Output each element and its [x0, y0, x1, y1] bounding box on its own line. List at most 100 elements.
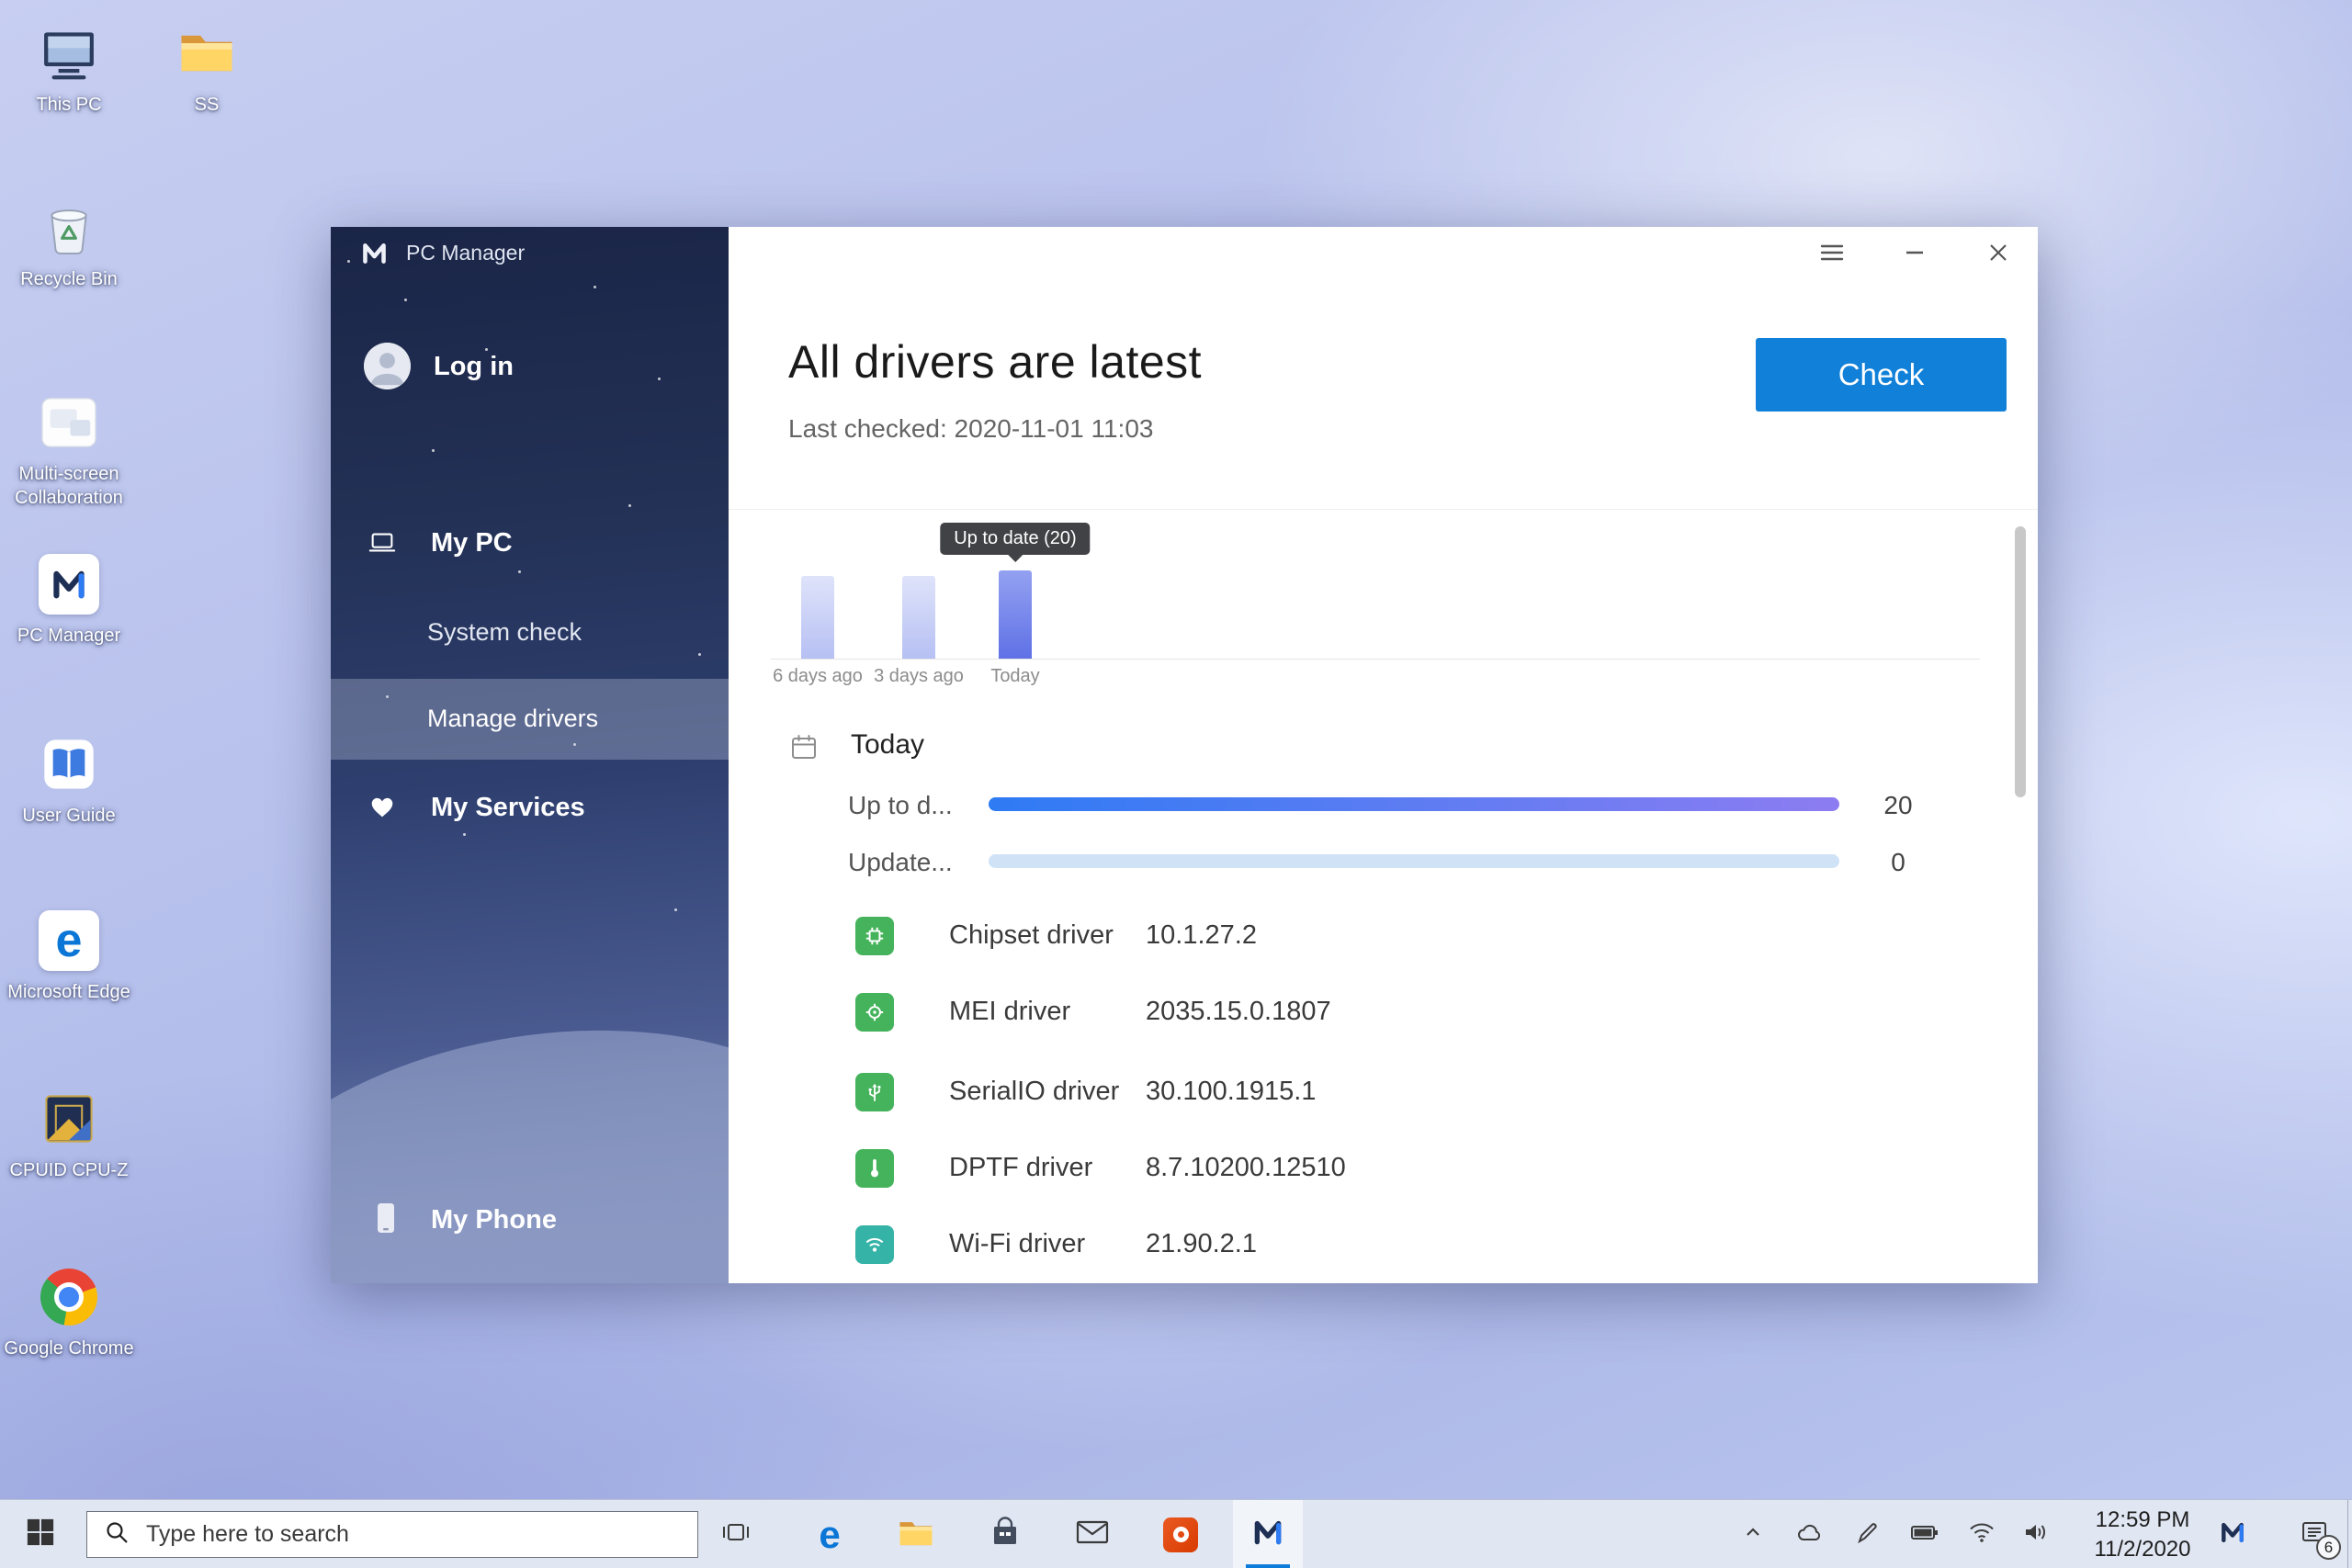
heart-icon: [368, 793, 397, 827]
laptop-icon: [368, 528, 397, 562]
edge-icon: e: [36, 908, 102, 974]
tray-windows-ink-button[interactable]: [1847, 1500, 1887, 1568]
up-to-date-progress-bar: [989, 797, 1839, 811]
chart-bar-label: 6 days ago: [773, 666, 863, 687]
driver-version: 2035.15.0.1807: [1146, 997, 1331, 1027]
pc-manager-icon: [2219, 1518, 2246, 1551]
sidebar: PC Manager Log in My PC System check Man…: [331, 227, 729, 1283]
scrollbar-thumb[interactable]: [2015, 526, 2026, 797]
check-button[interactable]: Check: [1756, 338, 2007, 412]
sidebar-item-system-check[interactable]: System check: [331, 609, 729, 657]
login-button[interactable]: Log in: [364, 343, 603, 390]
tray-network-button[interactable]: [1962, 1500, 2002, 1568]
desktop-icon-label: Google Chrome: [4, 1337, 133, 1360]
tray-pc-manager-button[interactable]: [2207, 1500, 2258, 1568]
wifi-driver-icon: [855, 1225, 894, 1264]
desktop-icon-label: PC Manager: [17, 624, 120, 648]
desktop-icon-label: User Guide: [22, 804, 115, 828]
desktop-icon-multi-screen-collaboration[interactable]: Multi-screen Collaboration: [0, 389, 138, 510]
tray-onedrive-button[interactable]: [1789, 1500, 1829, 1568]
menu-button[interactable]: [1810, 234, 1854, 275]
taskbar-store-button[interactable]: [970, 1500, 1040, 1568]
taskbar-pc-manager-button[interactable]: [1233, 1500, 1303, 1568]
sidebar-item-label: System check: [427, 618, 582, 647]
driver-name: SerialIO driver: [949, 1077, 1119, 1107]
tray-show-hidden-icons-button[interactable]: [1733, 1500, 1773, 1568]
taskbar-file-explorer-button[interactable]: [881, 1500, 951, 1568]
start-button[interactable]: [7, 1500, 74, 1568]
app-title: PC Manager: [406, 241, 525, 265]
desktop-icon-label: Microsoft Edge: [7, 980, 130, 1004]
calendar-icon: [790, 733, 818, 765]
updateable-count: 0: [1859, 848, 1938, 877]
taskbar-clock[interactable]: 12:59 PM 11/2/2020: [2078, 1500, 2207, 1568]
pc-manager-icon: [1251, 1516, 1284, 1553]
taskbar-office-button[interactable]: [1146, 1500, 1216, 1568]
desktop-icon-this-pc[interactable]: This PC: [0, 20, 138, 117]
pc-manager-window: PC Manager Log in My PC System check Man…: [331, 227, 2038, 1283]
desktop-icon-google-chrome[interactable]: Google Chrome: [0, 1264, 138, 1360]
desktop-icon-label: Recycle Bin: [20, 267, 118, 291]
chart-bar-6-days-ago[interactable]: [801, 576, 834, 659]
desktop-icon-recycle-bin[interactable]: Recycle Bin: [0, 195, 138, 291]
taskbar-edge-button[interactable]: e: [795, 1500, 865, 1568]
driver-version: 10.1.27.2: [1146, 920, 1257, 951]
show-desktop-button[interactable]: [2347, 1500, 2352, 1568]
minimize-icon: [1903, 241, 1927, 269]
desktop-icon-ss-folder[interactable]: SS: [138, 20, 276, 117]
desktop-icon-label: CPUID CPU-Z: [10, 1158, 129, 1182]
desktop-icon-microsoft-edge[interactable]: e Microsoft Edge: [0, 908, 138, 1004]
updateable-progress-bar: [989, 854, 1839, 868]
desktop-icon-pc-manager[interactable]: PC Manager: [0, 551, 138, 648]
close-icon: [1986, 241, 2010, 269]
sidebar-stars-decoration: [347, 260, 350, 263]
file-explorer-icon: [898, 1516, 934, 1553]
desktop-icon-cpu-z[interactable]: CPUID CPU-Z: [0, 1086, 138, 1182]
driver-name: Wi-Fi driver: [949, 1229, 1085, 1259]
task-view-button[interactable]: [701, 1500, 771, 1568]
mail-icon: [1075, 1518, 1110, 1551]
taskbar-search[interactable]: [86, 1511, 698, 1558]
sidebar-item-label: My PC: [431, 528, 513, 558]
cpu-z-icon: [36, 1086, 102, 1152]
chrome-icon: [36, 1264, 102, 1330]
up-to-date-label: Up to d...: [848, 791, 953, 820]
search-input[interactable]: [146, 1521, 624, 1548]
taskbar-mail-button[interactable]: [1057, 1500, 1127, 1568]
clock-date: 11/2/2020: [2095, 1535, 2191, 1563]
sidebar-item-manage-drivers[interactable]: Manage drivers: [331, 679, 729, 760]
desktop-icon-label: Multi-screen Collaboration: [0, 462, 138, 510]
store-icon: [989, 1516, 1022, 1553]
header-divider: [729, 509, 2038, 510]
mei-driver-icon: [855, 993, 894, 1032]
sidebar-item-label: Manage drivers: [427, 705, 598, 733]
updateable-label: Update...: [848, 848, 953, 877]
close-button[interactable]: [1976, 234, 2020, 275]
chart-bar-label: 3 days ago: [874, 666, 964, 687]
sidebar-item-my-services[interactable]: My Services: [331, 782, 729, 835]
action-center-button[interactable]: 6: [2286, 1500, 2343, 1568]
sidebar-item-label: My Services: [431, 793, 585, 823]
chart-bar-3-days-ago[interactable]: [902, 576, 935, 659]
tray-battery-button[interactable]: [1904, 1500, 1944, 1568]
chipset-driver-icon: [855, 917, 894, 955]
sidebar-item-label: My Phone: [431, 1205, 557, 1235]
clock-time: 12:59 PM: [2096, 1506, 2190, 1534]
sidebar-item-my-phone[interactable]: My Phone: [331, 1193, 729, 1248]
tray-volume-button[interactable]: [2016, 1500, 2056, 1568]
driver-version: 8.7.10200.12510: [1146, 1153, 1346, 1183]
windows-logo-icon: [26, 1517, 55, 1551]
minimize-button[interactable]: [1893, 234, 1937, 275]
chart-bar-today[interactable]: [999, 570, 1032, 659]
app-logo-icon: [360, 239, 389, 272]
phone-icon: [371, 1201, 401, 1242]
driver-name: Chipset driver: [949, 920, 1114, 951]
chart-bar-label: Today: [990, 666, 1039, 687]
notification-count-badge: 6: [2316, 1535, 2341, 1560]
desktop-icon-user-guide[interactable]: User Guide: [0, 731, 138, 828]
edge-icon: e: [819, 1516, 840, 1554]
serialio-driver-icon: [855, 1073, 894, 1111]
sidebar-item-my-pc[interactable]: My PC: [331, 517, 729, 570]
active-app-underline: [1246, 1564, 1290, 1568]
chart-baseline: [771, 659, 1980, 660]
